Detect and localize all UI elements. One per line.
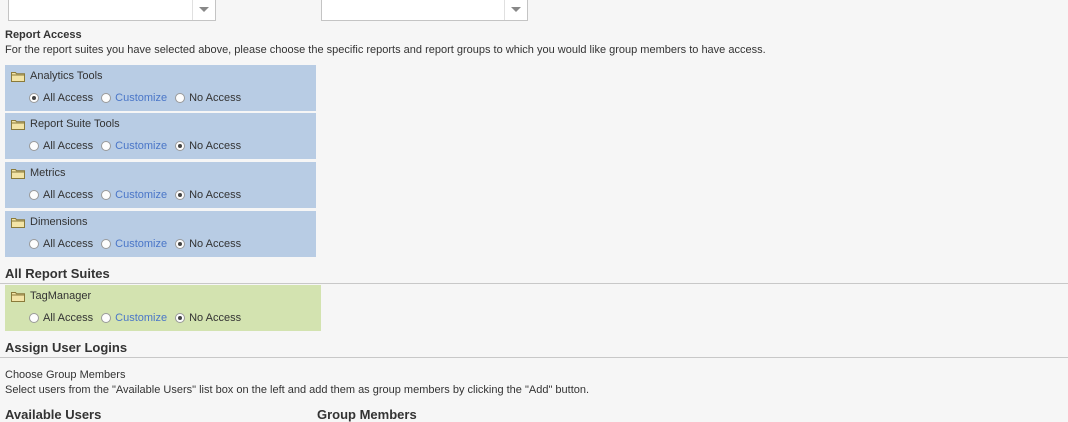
radio-no-access[interactable]: [175, 190, 186, 200]
access-options: All Access Customize No Access: [29, 189, 249, 201]
radio-all-access[interactable]: [29, 239, 39, 249]
available-users-label: Available Users: [5, 407, 102, 422]
radio-customize[interactable]: [101, 93, 112, 103]
permission-group: Analytics Tools All Access Customize No Acc…: [5, 65, 316, 111]
permission-group: TagManager All Access Customize No Access: [5, 285, 321, 331]
folder-icon: [11, 71, 25, 82]
choose-group-members-heading: Choose Group Members: [5, 369, 126, 381]
option-customize[interactable]: Customize: [101, 312, 167, 324]
group-title: Analytics Tools: [11, 70, 103, 82]
radio-customize[interactable]: [101, 141, 112, 151]
option-label: No Access: [189, 140, 242, 152]
option-label: All Access: [43, 189, 94, 201]
radio-customize[interactable]: [101, 313, 112, 323]
access-options: All Access Customize No Access: [29, 238, 249, 250]
option-label[interactable]: Customize: [115, 189, 167, 201]
radio-all-access[interactable]: [29, 190, 39, 200]
radio-no-access[interactable]: [175, 239, 186, 249]
folder-icon: [11, 291, 25, 302]
folder-icon: [11, 217, 25, 228]
option-no-access[interactable]: No Access: [175, 312, 241, 324]
option-customize[interactable]: Customize: [101, 140, 167, 152]
radio-no-access[interactable]: [175, 93, 186, 103]
chevron-down-icon[interactable]: [192, 0, 215, 20]
permission-group: Metrics All Access Customize No Access: [5, 162, 316, 208]
option-all-access[interactable]: All Access: [29, 312, 93, 324]
report-suite-select-left[interactable]: [8, 0, 216, 21]
option-label[interactable]: Customize: [115, 312, 167, 324]
group-title: Dimensions: [11, 216, 87, 228]
radio-customize[interactable]: [101, 190, 112, 200]
option-label: No Access: [189, 238, 242, 250]
option-label[interactable]: Customize: [115, 92, 167, 104]
option-label: All Access: [43, 312, 94, 324]
radio-no-access[interactable]: [175, 141, 186, 151]
radio-all-access[interactable]: [29, 313, 39, 323]
group-title: Metrics: [11, 167, 65, 179]
option-all-access[interactable]: All Access: [29, 189, 93, 201]
access-options: All Access Customize No Access: [29, 312, 249, 324]
report-suite-select-right[interactable]: [321, 0, 528, 21]
option-label[interactable]: Customize: [115, 140, 167, 152]
assign-user-logins-title: Assign User Logins: [5, 340, 128, 355]
chevron-down-icon[interactable]: [504, 0, 527, 20]
radio-no-access[interactable]: [175, 313, 186, 323]
all-report-suites-title: All Report Suites: [5, 266, 110, 281]
option-label: No Access: [189, 189, 242, 201]
option-all-access[interactable]: All Access: [29, 92, 93, 104]
option-no-access[interactable]: No Access: [175, 140, 241, 152]
option-label: No Access: [189, 92, 242, 104]
section-divider: [0, 357, 1068, 358]
access-options: All Access Customize No Access: [29, 140, 249, 152]
option-label: No Access: [189, 312, 242, 324]
folder-icon: [11, 168, 25, 179]
group-name: TagManager: [30, 290, 92, 302]
report-access-description: For the report suites you have selected …: [5, 44, 766, 56]
option-no-access[interactable]: No Access: [175, 189, 241, 201]
report-access-heading: Report Access: [5, 29, 82, 41]
option-all-access[interactable]: All Access: [29, 238, 93, 250]
radio-all-access[interactable]: [29, 141, 39, 151]
group-name: Analytics Tools: [30, 70, 103, 82]
option-no-access[interactable]: No Access: [175, 92, 241, 104]
option-label: All Access: [43, 92, 94, 104]
radio-all-access[interactable]: [29, 93, 39, 103]
section-divider: [0, 283, 1068, 284]
group-name: Report Suite Tools: [30, 118, 120, 130]
assign-users-description: Select users from the "Available Users" …: [5, 384, 590, 396]
group-name: Dimensions: [30, 216, 88, 228]
option-label: All Access: [43, 140, 94, 152]
radio-customize[interactable]: [101, 239, 112, 249]
option-label: All Access: [43, 238, 94, 250]
option-label[interactable]: Customize: [115, 238, 167, 250]
option-customize[interactable]: Customize: [101, 189, 167, 201]
permission-group: Dimensions All Access Customize No Access: [5, 211, 316, 257]
folder-icon: [11, 119, 25, 130]
group-members-label: Group Members: [317, 407, 417, 422]
option-no-access[interactable]: No Access: [175, 238, 241, 250]
option-all-access[interactable]: All Access: [29, 140, 93, 152]
group-title: TagManager: [11, 290, 91, 302]
option-customize[interactable]: Customize: [101, 92, 167, 104]
group-title: Report Suite Tools: [11, 118, 120, 130]
access-options: All Access Customize No Access: [29, 92, 249, 104]
permission-group: Report Suite Tools All Access Customize No …: [5, 113, 316, 159]
group-name: Metrics: [30, 167, 66, 179]
option-customize[interactable]: Customize: [101, 238, 167, 250]
